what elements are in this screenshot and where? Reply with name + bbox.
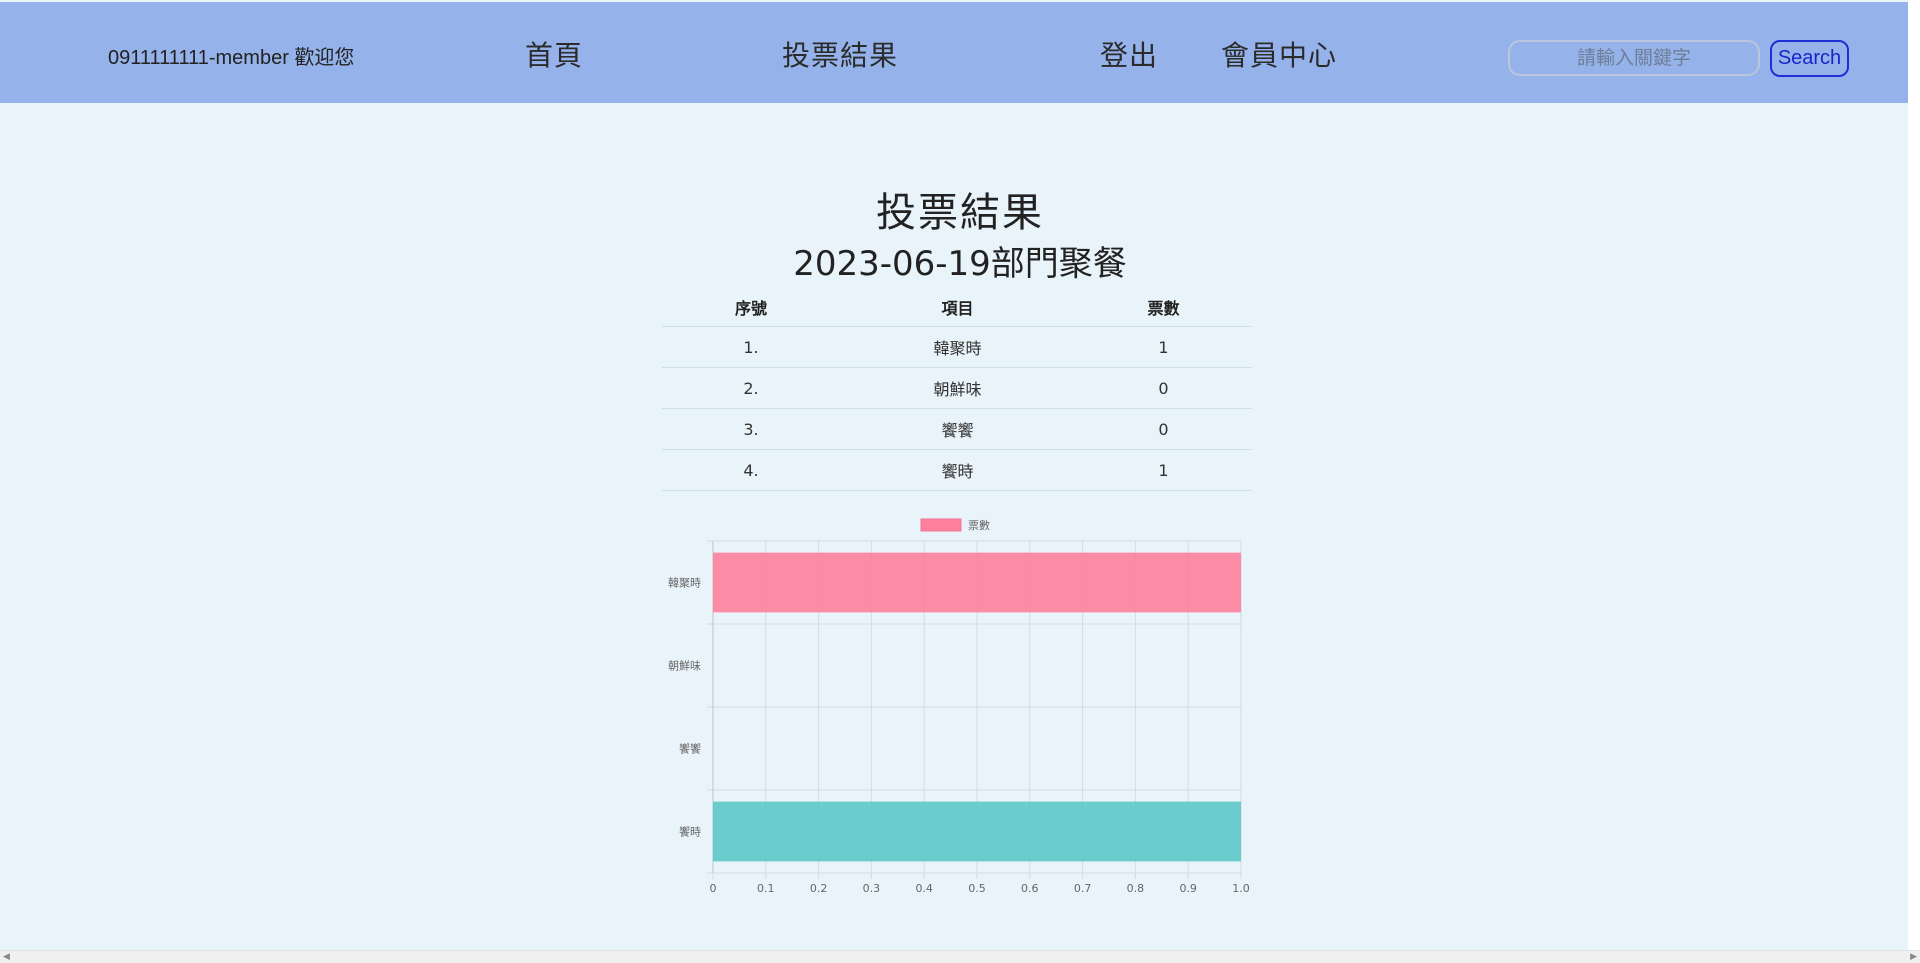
row-index: 1. (662, 326, 840, 368)
vote-bar-chart: 0 0.1 0.2 0.3 0.4 0.5 0.6 0.7 0.8 0.9 1.0 韓聚時朝鮮味饗饗饗… (668, 518, 1250, 895)
nav-link-vote-results[interactable]: 投票結果 (782, 34, 898, 74)
x-tick-label: 0.8 (1127, 882, 1145, 895)
row-votes: 1 (1075, 326, 1252, 368)
table-row: 1. 韓聚時 1 (662, 326, 1252, 368)
bar (713, 801, 1241, 862)
x-tick-label: 0.5 (968, 882, 986, 895)
column-header-index: 序號 (662, 288, 840, 327)
table-row: 3. 饗饗 0 (662, 408, 1252, 450)
legend-label: 票數 (968, 519, 990, 532)
row-item: 饗饗 (840, 408, 1075, 450)
row-item: 饗時 (840, 449, 1075, 491)
nav-link-logout[interactable]: 登出 (1100, 34, 1158, 74)
results-table: 序號 項目 票數 1. 韓聚時 1 2. 朝鮮味 0 3. 饗饗 0 4. 饗時… (662, 288, 1252, 491)
window-edge (1908, 0, 1920, 950)
scroll-right-arrow-icon[interactable]: ▶ (1910, 951, 1917, 963)
search-input[interactable] (1508, 40, 1760, 76)
y-tick-label: 韓聚時 (668, 577, 701, 590)
x-tick-label: 0.6 (1021, 882, 1039, 895)
y-tick-label: 饗時 (679, 825, 701, 839)
row-item: 朝鮮味 (840, 367, 1075, 409)
nav-link-home[interactable]: 首頁 (525, 34, 583, 74)
page-title: 投票結果 (876, 190, 1044, 236)
table-row: 2. 朝鮮味 0 (662, 367, 1252, 409)
table-header-row: 序號 項目 票數 (662, 288, 1252, 327)
search-button[interactable]: Search (1770, 40, 1849, 77)
x-tick-label: 0.3 (863, 882, 881, 895)
top-navbar: 0911111111-member 歡迎您 首頁 投票結果 登出 會員中心 Se… (0, 2, 1920, 103)
nav-link-member-center[interactable]: 會員中心 (1221, 34, 1337, 74)
column-header-votes: 票數 (1075, 288, 1252, 327)
x-tick-label: 0 (710, 882, 717, 895)
welcome-text: 0911111111-member 歡迎您 (108, 47, 355, 69)
x-tick-label: 0.2 (810, 882, 828, 895)
row-index: 2. (662, 367, 840, 409)
scroll-left-arrow-icon[interactable]: ◀ (3, 951, 10, 963)
x-tick-label: 0.7 (1074, 882, 1092, 895)
y-tick-label: 朝鮮味 (668, 659, 701, 673)
x-tick-label: 0.9 (1179, 882, 1197, 895)
row-votes: 1 (1075, 449, 1252, 491)
x-tick-label: 1.0 (1232, 882, 1250, 895)
y-tick-label: 饗饗 (679, 742, 701, 756)
table-row: 4. 饗時 1 (662, 449, 1252, 491)
x-tick-label: 0.4 (915, 882, 933, 895)
row-votes: 0 (1075, 408, 1252, 450)
horizontal-scrollbar[interactable]: ◀ ▶ (0, 950, 1920, 963)
vote-subtitle: 2023-06-19部門聚餐 (793, 244, 1127, 284)
row-index: 4. (662, 449, 840, 491)
x-tick-label: 0.1 (757, 882, 775, 895)
legend-swatch (920, 518, 962, 532)
bar (713, 552, 1241, 613)
row-index: 3. (662, 408, 840, 450)
row-item: 韓聚時 (840, 326, 1075, 368)
row-votes: 0 (1075, 367, 1252, 409)
column-header-item: 項目 (840, 288, 1075, 327)
